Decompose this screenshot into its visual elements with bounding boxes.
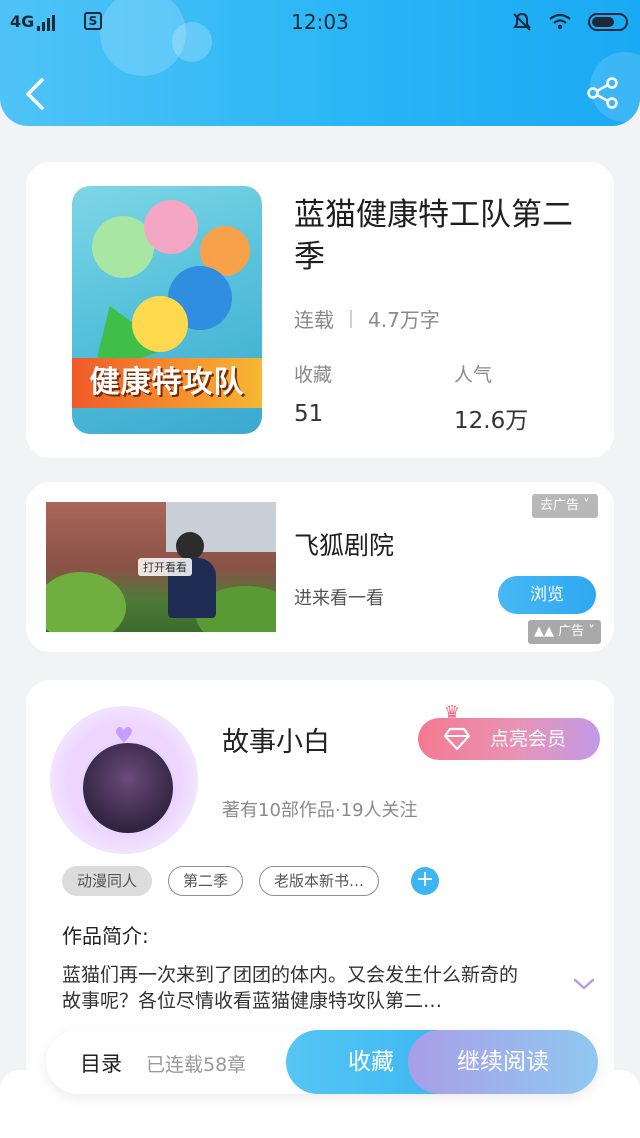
tag[interactable]: 老版本新书… xyxy=(259,866,380,896)
stat-value: 51 xyxy=(294,401,324,427)
stat-popularity: 人气 12.6万 xyxy=(454,360,528,435)
diamond-icon xyxy=(444,727,470,751)
stat-label: 人气 xyxy=(454,364,493,386)
ad-badge-label: 广告 xyxy=(558,624,585,639)
stat-label: 收藏 xyxy=(294,364,333,386)
status-icons xyxy=(512,12,628,32)
continue-reading-button[interactable]: 继续阅读 xyxy=(408,1030,598,1094)
share-button[interactable] xyxy=(586,76,620,110)
chapter-count: 已连载58章 xyxy=(146,1054,247,1076)
status-bar: 4G S 12:03 xyxy=(0,0,640,44)
chevron-down-icon: ˅ xyxy=(583,498,590,513)
add-tag-button[interactable]: + xyxy=(411,867,440,895)
ad-image[interactable]: 打开看看 xyxy=(46,502,276,632)
author-info: 著有10部作品·19人关注 xyxy=(222,800,418,821)
ad-title: 飞狐剧院 xyxy=(294,531,395,560)
heart-icon: ♥ xyxy=(114,724,134,749)
word-count: 4.7万字 xyxy=(368,308,440,332)
stat-value: 12.6万 xyxy=(454,408,529,434)
book-meta: 连载 4.7万字 xyxy=(294,304,440,333)
cover-banner-text: 健康特攻队 xyxy=(72,358,262,408)
book-title: 蓝猫健康特工队第二季 xyxy=(294,197,573,275)
intro-text: 蓝猫们再一次来到了团团的体内。又会发生什么新奇的故事呢？各位尽情收看蓝猫健康特攻… xyxy=(62,964,519,1012)
book-info-card: 健康特攻队 蓝猫健康特工队第二季 连载 4.7万字 收藏 51 人气 12.6万 xyxy=(26,162,614,458)
expand-chevron-icon[interactable] xyxy=(572,974,596,994)
battery-icon xyxy=(588,13,628,31)
author-name[interactable]: 故事小白 xyxy=(222,720,330,759)
ad-logo-icon: ▲▲ xyxy=(534,624,559,639)
table-of-contents-button[interactable]: 目录 xyxy=(80,1048,122,1078)
vip-button-label: 点亮会员 xyxy=(490,728,567,750)
remove-ad-label: 去广告 xyxy=(540,498,580,513)
book-cover[interactable]: 健康特攻队 xyxy=(72,186,262,434)
mute-icon xyxy=(513,12,531,31)
ad-badge[interactable]: ▲▲ 广告 ˅ xyxy=(528,620,601,644)
back-button[interactable] xyxy=(18,74,54,114)
ad-browse-button[interactable]: 浏览 xyxy=(498,576,596,614)
tag[interactable]: 动漫同人 xyxy=(62,866,153,896)
header: 4G S 12:03 xyxy=(0,0,640,126)
remove-ad-button[interactable]: 去广告 ˅ xyxy=(532,494,598,518)
tag-list: 动漫同人 第二季 老版本新书… + xyxy=(62,866,440,896)
book-status: 连载 xyxy=(294,308,334,332)
bottom-action-bar: 目录 已连载58章 收藏 继续阅读 xyxy=(46,1030,598,1094)
tag[interactable]: 第二季 xyxy=(168,866,244,896)
wifi-icon xyxy=(549,13,571,30)
ad-card[interactable]: 打开看看 飞狐剧院 进来看一看 浏览 去广告 ˅ ▲▲ 广告 ˅ xyxy=(26,482,614,652)
avatar xyxy=(80,740,176,836)
chevron-down-icon: ˅ xyxy=(588,624,595,639)
vip-button[interactable]: ♛ 点亮会员 xyxy=(418,702,600,760)
stat-favorites: 收藏 51 xyxy=(294,360,332,427)
ad-image-tag: 打开看看 xyxy=(138,558,192,576)
author-avatar-frame[interactable]: ♥ xyxy=(50,706,198,854)
intro-heading: 作品简介: xyxy=(62,924,149,948)
ad-subtitle: 进来看一看 xyxy=(294,588,384,609)
divider xyxy=(350,309,352,328)
